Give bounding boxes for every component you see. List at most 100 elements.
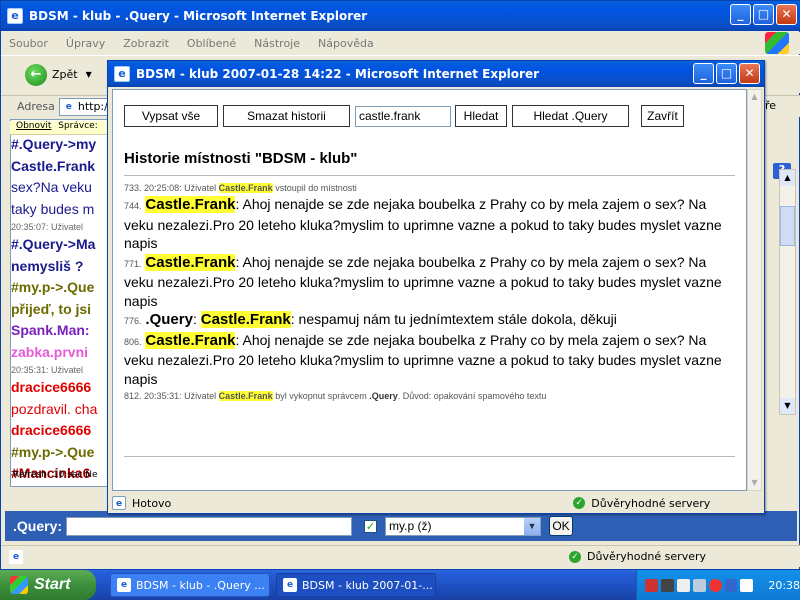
address-value: http:// xyxy=(77,100,111,113)
history-entry: 744. Castle.Frank: Ahoj nenajde se zde n… xyxy=(124,195,739,253)
user-nick-label: .Query: xyxy=(13,518,63,534)
menu-file[interactable]: Soubor xyxy=(9,37,48,50)
tray-icon[interactable] xyxy=(645,578,658,592)
address-input[interactable]: e http:// xyxy=(58,97,111,116)
entry-nick: Castle.Frank xyxy=(145,196,236,213)
entry-index: 744. xyxy=(124,201,142,211)
history-entries: 733. 20:25:08: Uživatel Castle.Frank vst… xyxy=(124,182,739,403)
popup-status-bar: e Hotovo ✓ Důvěryhodné servery xyxy=(112,494,762,512)
clock[interactable]: 20:38 xyxy=(768,579,800,592)
menu-favorites[interactable]: Oblíbené xyxy=(187,37,236,50)
tray-icon[interactable] xyxy=(740,578,754,592)
page-status-icon: e xyxy=(112,496,126,510)
menu-view[interactable]: Zobrazit xyxy=(123,37,169,50)
dropdown-arrow-icon[interactable]: ▼ xyxy=(524,517,541,535)
history-content: Vypsat vše Smazat historii castle.frank … xyxy=(112,89,747,491)
tray-icon[interactable] xyxy=(660,578,674,592)
entry-index: 733. xyxy=(124,183,142,193)
task-label: BDSM - klub - .Query ... xyxy=(136,578,265,592)
address-label: Adresa xyxy=(17,100,55,113)
menu-help[interactable]: Nápověda xyxy=(318,37,374,50)
search-input[interactable]: castle.frank xyxy=(355,106,451,127)
ie-icon: e xyxy=(283,578,297,592)
popup-title-bar[interactable]: e BDSM - klub 2007-01-28 14:22 - Microso… xyxy=(108,61,764,87)
divider xyxy=(124,456,735,457)
entry-text: Uživatel xyxy=(184,183,217,193)
chat-line: pozdravil. cha xyxy=(11,400,98,417)
menu-tools[interactable]: Nástroje xyxy=(254,37,300,50)
entry-nick: Castle.Frank xyxy=(145,253,236,271)
divider xyxy=(124,175,735,176)
search-query-button[interactable]: Hledat .Query xyxy=(512,105,629,127)
popup-close-button[interactable]: ✕ xyxy=(739,63,760,84)
chat-line: dracice6666 xyxy=(11,422,92,438)
back-arrow-icon[interactable]: ← xyxy=(25,63,47,86)
task-main-window[interactable]: e BDSM - klub - .Query ... xyxy=(110,573,270,597)
chat-line: #.Query->my xyxy=(11,136,97,152)
history-entry: 771. Castle.Frank: Ahoj nenajde se zde n… xyxy=(124,253,739,311)
chat-line: sex?Na veku xyxy=(11,179,92,195)
menu-edit[interactable]: Úpravy xyxy=(66,37,105,50)
ie-icon: e xyxy=(114,66,130,82)
chat-line: přijeď, to jsi xyxy=(11,300,92,317)
close-history-button[interactable]: Zavřít xyxy=(641,105,684,127)
start-label: Start xyxy=(34,576,71,593)
trusted-zone-icon: ✓ xyxy=(573,497,586,509)
tray-icon[interactable] xyxy=(692,578,706,592)
history-entry: 806. Castle.Frank: Ahoj nenajde se zde n… xyxy=(124,331,739,389)
send-ok-button[interactable]: OK xyxy=(549,516,574,536)
ie-icon: e xyxy=(7,8,23,24)
page-status-icon: e xyxy=(9,550,23,564)
entry-index: 806. xyxy=(124,336,142,347)
search-button[interactable]: Hledat xyxy=(455,105,507,127)
refresh-link[interactable]: Obnovit xyxy=(16,121,51,131)
tray-icon[interactable] xyxy=(724,578,738,592)
history-heading: Historie místnosti "BDSM - klub" xyxy=(124,150,358,167)
message-input-bar: .Query: ✓ my.p (ž) ▼ OK xyxy=(5,511,797,541)
main-scrollbar[interactable]: ▲ ▼ xyxy=(779,169,796,415)
chat-line: 20:35:31: Uživatel xyxy=(11,365,84,375)
popup-minimize-button[interactable]: _ xyxy=(693,63,714,84)
recipient-select-value: my.p (ž) xyxy=(389,518,432,533)
popup-maximize-button[interactable]: □ xyxy=(716,63,737,84)
trusted-zone-icon: ✓ xyxy=(569,550,581,563)
entry-nick: Castle.Frank xyxy=(218,391,273,401)
clear-history-button[interactable]: Smazat historii xyxy=(223,105,350,127)
entry-nick: Castle.Frank xyxy=(200,311,291,328)
maximize-button[interactable]: □ xyxy=(753,4,774,25)
entry-text: vstoupil do místnosti xyxy=(275,183,357,193)
start-button[interactable]: Start xyxy=(0,570,96,600)
entry-from: .Query xyxy=(145,311,193,328)
message-input[interactable] xyxy=(66,516,353,536)
chat-line: taky budes m xyxy=(11,200,95,217)
chat-line: 20:35:07: Uživatel xyxy=(11,222,84,232)
chat-lines: #.Query->my Castle.Frank sex?Na veku taky b… xyxy=(11,134,107,486)
tray-icon[interactable] xyxy=(676,578,690,592)
help-icon[interactable]: ? xyxy=(767,119,795,179)
popup-zone-text: Důvěryhodné servery xyxy=(591,496,711,510)
popup-scrollbar[interactable]: ▲ ▼ xyxy=(747,89,762,491)
list-all-button[interactable]: Vypsat vše xyxy=(124,105,218,127)
close-button[interactable]: ✕ xyxy=(776,4,797,25)
back-label[interactable]: Zpět xyxy=(52,68,78,81)
chat-frame: #.Query->my Castle.Frank sex?Na veku taky b… xyxy=(10,119,108,487)
admin-link[interactable]: Správce: xyxy=(58,121,98,131)
links-label[interactable]: ře xyxy=(765,99,776,112)
recipient-select[interactable]: my.p (ž) ▼ xyxy=(385,516,542,536)
task-popup-window[interactable]: e BDSM - klub 2007-01-... xyxy=(276,573,436,597)
entry-index: 771. xyxy=(124,258,142,269)
entry-time: 20:35:31: xyxy=(144,391,182,401)
history-popup-window: e BDSM - klub 2007-01-28 14:22 - Microso… xyxy=(107,60,765,514)
entry-admin: .Query xyxy=(369,391,398,401)
main-window-title: BDSM - klub - .Query - Microsoft Interne… xyxy=(29,9,368,23)
entry-text: Uživatel xyxy=(184,391,217,401)
history-entry: 733. 20:25:08: Uživatel Castle.Frank vst… xyxy=(124,182,739,195)
private-checkbox[interactable]: ✓ xyxy=(364,519,378,533)
minimize-button[interactable]: _ xyxy=(730,4,751,25)
history-entry: 812. 20:35:31: Uživatel Castle.Frank byl… xyxy=(124,390,739,403)
popup-zone-indicator: ✓ Důvěryhodné servery xyxy=(573,497,710,510)
main-title-bar[interactable]: e BDSM - klub - .Query - Microsoft Inter… xyxy=(1,1,800,31)
entry-index: 776. xyxy=(124,316,142,326)
tray-icon[interactable] xyxy=(708,578,722,592)
back-dropdown-icon[interactable]: ▼ xyxy=(86,70,92,79)
